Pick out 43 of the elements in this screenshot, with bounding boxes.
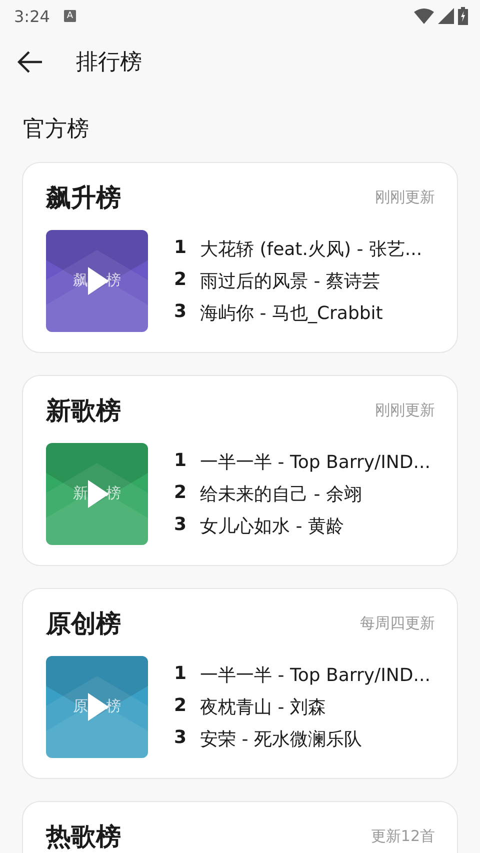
status-time: 3:24 [14,6,50,26]
notification-icon: A [64,10,76,22]
song-title: 一半一半 - Top Barry/IND... [200,451,430,474]
cover-label: 新 [73,484,88,503]
cover-label: 榜 [106,484,121,503]
chart-card[interactable]: 原创榜 每周四更新 原 榜 1 一半一半 - Top Barry/IND... 2 夜枕青山 - 刘森 3 安荣 - 死水微澜乐队 [22,588,458,779]
signal-icon [438,8,454,24]
song-title: 夜枕青山 - 刘森 [200,696,326,719]
rank-number: 3 [174,514,186,537]
chart-card[interactable]: 飙升榜 刚刚更新 飙 榜 1 大花轿 (feat.火风) - 张艺... 2 雨过后的风景 - 蔡诗芸 3 海屿你 - 马也_Crabbit [22,162,458,353]
song-title: 海屿你 - 马也_Crabbit [200,302,383,325]
chart-title: 飙升榜 [46,182,121,214]
rank-number: 2 [174,695,186,718]
rank-number: 2 [174,482,186,505]
rank-number: 1 [174,663,186,686]
song-title: 雨过后的风景 - 蔡诗芸 [200,270,380,293]
update-label: 每周四更新 [360,614,435,633]
rank-number: 3 [174,727,186,750]
chart-card[interactable]: 新歌榜 刚刚更新 新 榜 1 一半一半 - Top Barry/IND... 2 给未来的自己 - 余翊 3 女儿心如水 - 黄龄 [22,375,458,566]
chart-title: 新歌榜 [46,395,121,427]
update-label: 刚刚更新 [375,188,435,207]
section-title: 官方榜 [22,116,90,144]
chart-title: 原创榜 [46,608,121,640]
rank-number: 2 [174,269,186,292]
rank-number: 1 [174,237,186,260]
song-title: 安荣 - 死水微澜乐队 [200,728,362,751]
song-title: 一半一半 - Top Barry/IND... [200,664,430,687]
update-label: 刚刚更新 [375,401,435,420]
chart-card[interactable]: 热歌榜 更新12首 [22,801,458,853]
cover-label: 榜 [106,697,121,716]
cover-label: 榜 [106,271,121,290]
update-label: 更新12首 [370,827,435,846]
song-title: 女儿心如水 - 黄龄 [200,515,344,538]
cover-label: 原 [73,697,88,716]
song-title: 给未来的自己 - 余翊 [200,483,362,506]
song-title: 大花轿 (feat.火风) - 张艺... [200,238,422,261]
chart-title: 热歌榜 [46,821,121,853]
cover-label: 飙 [73,271,88,290]
battery-icon [458,7,468,25]
wifi-icon [414,8,434,24]
page-title: 排行榜 [76,49,142,77]
rank-number: 3 [174,301,186,324]
rank-number: 1 [174,450,186,473]
